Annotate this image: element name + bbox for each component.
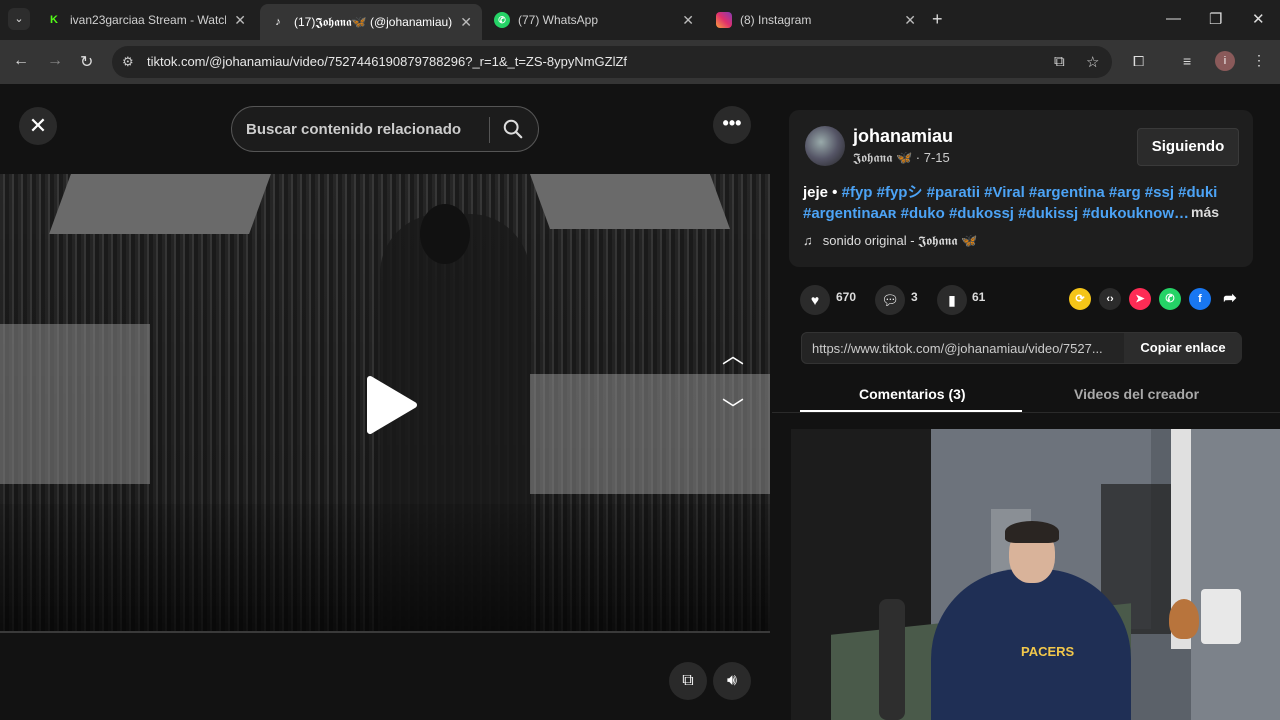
extensions-icon[interactable]: ⧠	[1133, 53, 1144, 70]
close-icon[interactable]: ✕	[682, 12, 694, 29]
following-button[interactable]: Siguiendo	[1137, 128, 1239, 166]
floating-player-icon[interactable]: ⧉	[669, 662, 707, 700]
send-icon[interactable]: ➤	[1129, 288, 1151, 310]
install-app-icon[interactable]: ⧉	[1054, 53, 1065, 70]
tab-title: (77) WhatsApp	[518, 13, 599, 27]
video-content	[529, 174, 731, 229]
share-link-text[interactable]: https://www.tiktok.com/@johanamiau/video…	[812, 341, 1103, 356]
new-tab-button[interactable]: +	[932, 9, 943, 30]
repost-icon[interactable]: ⟳	[1069, 288, 1091, 310]
heater	[1201, 589, 1241, 644]
video-content	[0, 504, 770, 631]
close-icon[interactable]: ✕	[234, 12, 246, 29]
sound-link[interactable]: ♫ sonido original - 𝕵𝖔𝖍𝖆𝖓𝖆 🦋	[803, 233, 977, 249]
close-icon[interactable]: ✕	[904, 12, 916, 29]
comment-count: 3	[911, 290, 918, 304]
forward-icon[interactable]: →	[47, 52, 63, 70]
author-avatar[interactable]	[805, 126, 845, 166]
tab-title: (8) Instagram	[740, 13, 812, 27]
thermos	[879, 599, 905, 720]
volume-icon[interactable]: 🔊︎	[713, 662, 751, 700]
tiktok-icon: ♪	[275, 16, 281, 28]
sound-name: sonido original - 𝕵𝖔𝖍𝖆𝖓𝖆 🦋	[822, 233, 978, 248]
caption-hashtags[interactable]: #fyp #fypシ #paratii #Viral #argentina #a…	[842, 184, 1218, 201]
browser-menu-icon[interactable]: ⋮	[1252, 52, 1266, 69]
caption-hashtags[interactable]: #argentinaᴀʀ #duko #dukossj #dukissj #du…	[803, 205, 1189, 222]
back-icon[interactable]: ←	[13, 52, 29, 70]
divider	[772, 412, 1280, 413]
heart-icon[interactable]: ♥	[800, 285, 830, 315]
minimize-button[interactable]: —	[1166, 10, 1181, 27]
wall	[1191, 429, 1280, 720]
bookmark-icon[interactable]: ▮	[937, 285, 967, 315]
site-settings-icon[interactable]: ⚙	[122, 54, 134, 70]
previous-video-icon[interactable]: ︿	[722, 338, 744, 370]
tab-title: (17)𝕵𝖔𝖍𝖆𝖓𝖆🦋 (@johanamiau) |	[294, 14, 453, 29]
divider	[489, 117, 490, 143]
webcam-overlay: PACERS	[791, 429, 1280, 720]
window-close-button[interactable]: ✕	[1252, 10, 1265, 28]
save-count: 61	[972, 290, 986, 304]
music-note-icon: ♫	[803, 233, 813, 248]
video-progress-bar[interactable]	[0, 631, 770, 633]
video-content	[420, 204, 470, 264]
share-link-box: https://www.tiktok.com/@johanamiau/video…	[801, 332, 1242, 364]
whatsapp-icon: ✆	[494, 12, 510, 28]
embed-code-icon[interactable]: ‹›	[1099, 288, 1121, 310]
tab-instagram[interactable]: (8) Instagram ✕	[706, 4, 926, 36]
share-arrow-icon[interactable]: ➦	[1219, 288, 1241, 310]
video-content	[0, 324, 150, 484]
action-bar: ♥ 670 💬︎ 3 ▮ 61 ⟳ ‹› ➤ ✆ f ➦	[772, 282, 1280, 318]
search-icon[interactable]	[502, 118, 524, 140]
like-count: 670	[836, 290, 857, 304]
kick-icon: K	[50, 14, 58, 26]
video-info-card: johanamiau 𝕵𝖔𝖍𝖆𝖓𝖆 🦋 · 7-15 Siguiendo jej…	[789, 110, 1253, 267]
person-hair	[1005, 521, 1059, 543]
maximize-button[interactable]: ❐	[1209, 10, 1222, 28]
video-content	[49, 174, 271, 234]
close-video-button[interactable]: ✕	[19, 107, 57, 145]
tab-strip: ⌄ K ivan23garciaa Stream - Watch L ✕ ♪ (…	[0, 0, 1280, 40]
whatsapp-share-icon[interactable]: ✆	[1159, 288, 1181, 310]
tab-search-button[interactable]: ⌄	[8, 8, 30, 30]
more-options-button[interactable]: •••	[713, 106, 751, 144]
search-placeholder: Buscar contenido relacionado	[246, 121, 462, 138]
instagram-icon	[716, 12, 732, 28]
browser-toolbar: ← → ↻ ⚙ tiktok.com/@johanamiau/video/752…	[0, 40, 1280, 84]
author-display-date: 𝕵𝖔𝖍𝖆𝖓𝖆 🦋 · 7-15	[853, 150, 950, 165]
related-search-input[interactable]: Buscar contenido relacionado	[231, 106, 539, 152]
profile-avatar[interactable]: i	[1215, 51, 1235, 71]
author-username[interactable]: johanamiau	[853, 126, 953, 147]
next-video-icon[interactable]: ﹀	[722, 392, 744, 424]
shirt-logo: PACERS	[1021, 644, 1075, 659]
media-controls-icon[interactable]: ≡	[1183, 53, 1191, 69]
caption-more-link[interactable]: más	[1191, 204, 1219, 220]
video-area: ✕ Buscar contenido relacionado ••• ︿ ﹀ ⧉…	[0, 86, 770, 720]
copy-link-button[interactable]: Copiar enlace	[1124, 333, 1242, 363]
video-caption: jeje • #fyp #fypシ #paratii #Viral #argen…	[803, 182, 1239, 224]
tab-comments[interactable]: Comentarios (3)	[859, 386, 966, 402]
guitar	[1169, 599, 1199, 639]
url-text[interactable]: tiktok.com/@johanamiau/video/75274461908…	[147, 54, 627, 69]
caption-text: jeje •	[803, 184, 842, 201]
tab-tiktok[interactable]: ♪ (17)𝕵𝖔𝖍𝖆𝖓𝖆🦋 (@johanamiau) | ✕	[260, 4, 482, 40]
comment-icon[interactable]: 💬︎	[875, 285, 905, 315]
tab-creator-videos[interactable]: Videos del creador	[1074, 386, 1199, 402]
tab-whatsapp[interactable]: ✆ (77) WhatsApp ✕	[484, 4, 704, 36]
bookmark-star-icon[interactable]: ☆	[1086, 53, 1099, 71]
play-icon[interactable]	[362, 375, 418, 435]
reload-icon[interactable]: ↻	[80, 52, 93, 72]
facebook-share-icon[interactable]: f	[1189, 288, 1211, 310]
tab-title: ivan23garciaa Stream - Watch L	[70, 13, 227, 27]
tab-kick[interactable]: K ivan23garciaa Stream - Watch L ✕	[36, 4, 256, 36]
address-bar[interactable]: ⚙ tiktok.com/@johanamiau/video/752744619…	[112, 46, 1112, 78]
close-icon[interactable]: ✕	[460, 14, 472, 31]
